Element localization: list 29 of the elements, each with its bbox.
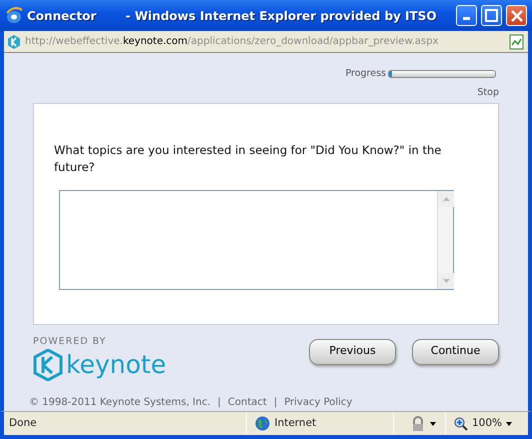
close-icon (510, 10, 522, 22)
logo-icon (33, 348, 63, 381)
compatibility-icon[interactable] (508, 32, 526, 50)
copyright-text: © 1998-2011 Keynote Systems, Inc. (29, 396, 211, 410)
window-title: Connector - Windows Internet Explorer provided by ITSO (27, 8, 438, 24)
status-text: Done (9, 416, 38, 431)
site-icon (6, 34, 22, 50)
minimize-button[interactable] (456, 5, 477, 26)
powered-by-label: POWERED BY (33, 334, 108, 348)
maximize-icon (485, 9, 498, 22)
caret-icon[interactable] (506, 422, 512, 426)
separator: | (218, 396, 221, 410)
stop-link[interactable]: Stop (477, 86, 499, 100)
progress-label: Progress (345, 67, 386, 81)
logo-text: keynote (66, 352, 166, 378)
maximize-button[interactable] (481, 5, 502, 26)
zoom-level[interactable]: 100% (472, 416, 502, 432)
footer-link[interactable]: Contact (228, 394, 267, 410)
caret-icon[interactable] (430, 422, 436, 426)
footer-link[interactable]: Privacy Policy (284, 394, 352, 410)
question-text: What topics are you interested in seeing for "Did You Know?" in the future? (54, 142, 442, 176)
globe-icon (255, 416, 270, 431)
separator: | (274, 396, 278, 410)
nav-button[interactable]: Continue (412, 338, 499, 364)
nav-button[interactable]: Previous (309, 338, 396, 364)
zoom-icon[interactable] (454, 416, 468, 430)
security-zone: Internet (274, 416, 316, 431)
browser-icon (5, 6, 23, 24)
close-button[interactable] (506, 5, 527, 26)
